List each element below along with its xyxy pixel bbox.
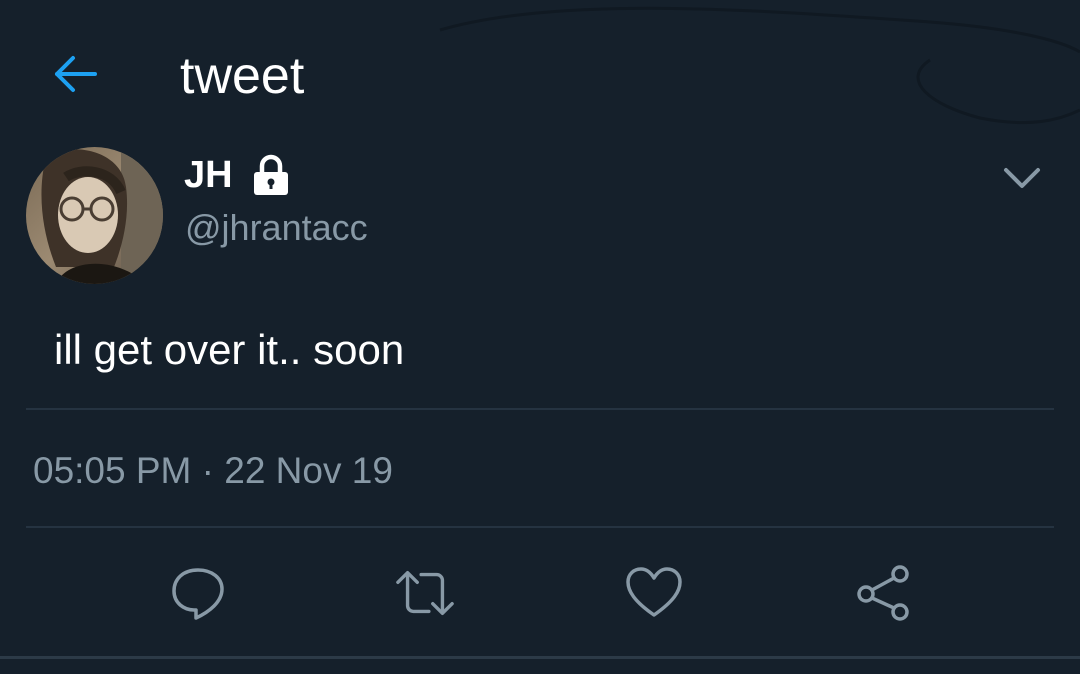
like-button[interactable] [623,562,685,624]
page-title: tweet [180,47,305,105]
bottom-divider [0,656,1080,659]
share-icon [857,565,909,621]
back-button[interactable] [48,50,102,98]
chevron-down-icon [1004,168,1040,188]
avatar[interactable] [26,147,163,284]
reply-icon [172,568,224,620]
arrow-left-icon [55,56,97,92]
divider [26,408,1054,410]
retweet-button[interactable] [394,562,456,624]
avatar-photo [26,147,163,284]
lock-icon [253,154,288,195]
share-button[interactable] [852,562,914,624]
user-handle[interactable]: @jhrantacc [185,205,368,251]
tweet-menu-button[interactable] [998,158,1046,198]
tweet-text: ill get over it.. soon [54,326,405,373]
retweet-icon [396,570,454,616]
heart-icon [626,567,682,617]
tweet-screen: tweet JH @jhrantacc ill get over it.. so… [0,0,1080,674]
tweet-timestamp[interactable]: 05:05 PM · 22 Nov 19 [33,448,393,494]
divider [26,526,1054,528]
display-name[interactable]: JH [184,152,233,198]
reply-button[interactable] [167,562,229,624]
author-row: JH [184,152,291,198]
